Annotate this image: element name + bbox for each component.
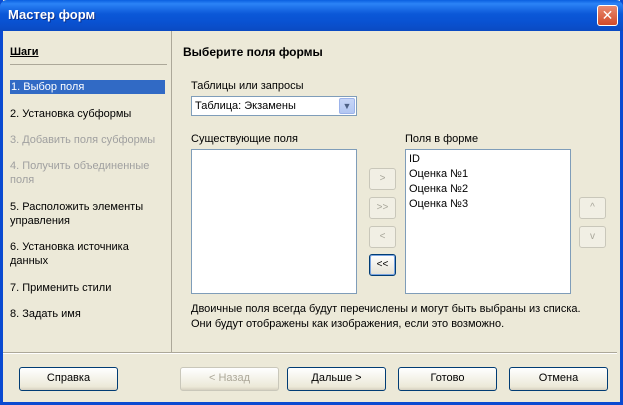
step-4: 4. Получить объединенные поля [10, 160, 150, 186]
step-2[interactable]: 2. Установка субформы [10, 107, 164, 121]
title-bar[interactable]: Мастер форм ✕ [0, 0, 623, 31]
step-6[interactable]: 6. Установка источника данных [10, 240, 164, 268]
steps-header: Шаги [10, 46, 39, 58]
add-field-button[interactable]: > [369, 168, 396, 190]
back-button[interactable]: < Назад [180, 367, 279, 391]
step-5[interactable]: 5. Расположить элементы управления [10, 200, 164, 228]
step-3: 3. Добавить поля субформы [10, 134, 156, 146]
next-button[interactable]: Дальше > [287, 367, 386, 391]
list-item[interactable]: Оценка №1 [406, 167, 570, 182]
help-button[interactable]: Справка [19, 367, 118, 391]
table-select[interactable]: Таблица: Экзамены ▼ [191, 96, 357, 116]
existing-fields-label: Существующие поля [191, 133, 298, 145]
steps-panel: Шаги 1. Выбор поля 2. Установка субформы… [3, 31, 172, 352]
list-item[interactable]: ID [406, 152, 570, 167]
step-7[interactable]: 7. Применить стили [10, 281, 164, 295]
steps-divider [10, 64, 167, 65]
note-line-1: Двоичные поля всегда будут перечислены и… [191, 303, 581, 315]
binary-fields-note: Двоичные поля всегда будут перечислены и… [191, 302, 581, 332]
remove-all-fields-button[interactable]: << [369, 254, 396, 276]
main-panel: Выберите поля формы Таблицы или запросы … [172, 31, 617, 352]
cancel-button[interactable]: Отмена [509, 367, 608, 391]
step-8[interactable]: 8. Задать имя [10, 307, 164, 321]
table-select-value: Таблица: Экзамены [195, 100, 296, 112]
footer-divider-highlight [3, 353, 617, 354]
form-fields-label: Поля в форме [405, 133, 479, 145]
existing-fields-list[interactable] [191, 149, 357, 294]
chevron-down-icon[interactable]: ▼ [339, 98, 355, 114]
window-title: Мастер форм [8, 7, 96, 22]
page-title: Выберите поля формы [183, 45, 323, 59]
finish-button[interactable]: Готово [398, 367, 497, 391]
close-icon: ✕ [601, 7, 614, 23]
step-1[interactable]: 1. Выбор поля [10, 80, 165, 94]
remove-field-button[interactable]: < [369, 226, 396, 248]
tables-label: Таблицы или запросы [191, 80, 304, 92]
form-fields-list[interactable]: ID Оценка №1 Оценка №2 Оценка №3 [405, 149, 571, 294]
list-item[interactable]: Оценка №3 [406, 197, 570, 212]
add-all-fields-button[interactable]: >> [369, 197, 396, 219]
list-item[interactable]: Оценка №2 [406, 182, 570, 197]
move-down-button[interactable]: v [579, 226, 606, 248]
close-button[interactable]: ✕ [597, 5, 618, 26]
note-line-2: Они будут отображены как изображения, ес… [191, 318, 505, 330]
move-up-button[interactable]: ^ [579, 197, 606, 219]
